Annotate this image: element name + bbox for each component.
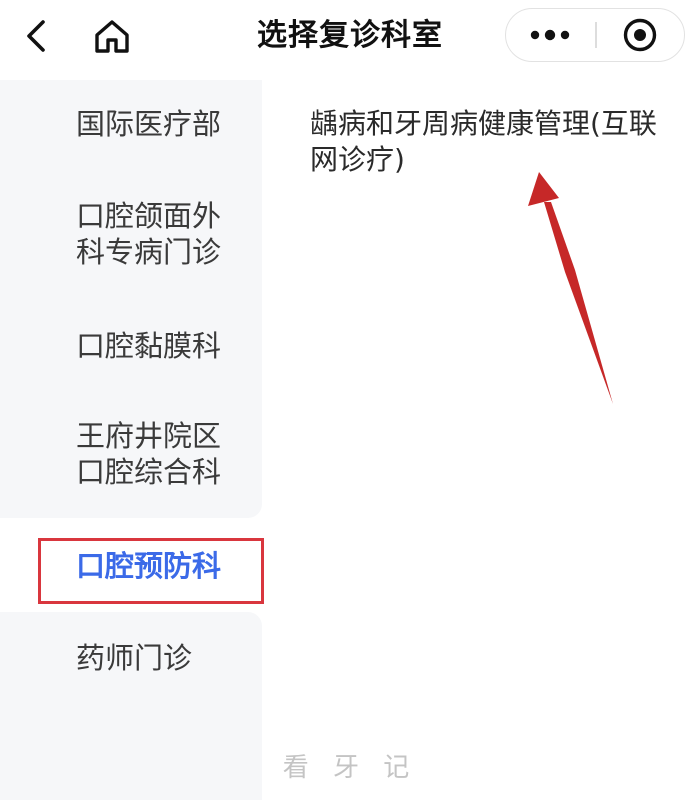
chevron-left-icon — [27, 20, 45, 52]
home-icon — [95, 20, 129, 53]
clinic-item[interactable]: 龋病和牙周病健康管理(互联网诊疗) — [310, 106, 670, 178]
active-item-highlight-box — [38, 538, 264, 604]
sidebar-item-label: 口腔颌面外科专病门诊 — [76, 199, 222, 269]
department-sidebar: 国际医疗部 口腔颌面外科专病门诊 口腔黏膜科 王府井院区口腔综合科 口腔预防科 … — [0, 80, 262, 800]
sidebar-item-label: 药师门诊 — [76, 641, 193, 675]
more-button[interactable] — [506, 9, 594, 61]
mini-program-capsule — [505, 8, 685, 62]
sidebar-item-label: 国际医疗部 — [76, 107, 222, 141]
sidebar-item-label: 口腔黏膜科 — [76, 329, 222, 363]
sidebar-item-oral-mucosa[interactable]: 口腔黏膜科 — [0, 328, 262, 364]
navigation-bar: 选择复诊科室 — [0, 0, 700, 72]
sidebar-item-international-medical[interactable]: 国际医疗部 — [0, 106, 262, 142]
target-circle-icon — [623, 18, 657, 52]
sidebar-item-pharmacist-clinic[interactable]: 药师门诊 — [0, 640, 262, 676]
sidebar-item-wangfujing-general[interactable]: 王府井院区口腔综合科 — [0, 418, 262, 490]
clinic-list: 龋病和牙周病健康管理(互联网诊疗) — [262, 80, 700, 800]
sidebar-item-oral-maxillofacial-surgery[interactable]: 口腔颌面外科专病门诊 — [0, 198, 262, 270]
back-button[interactable] — [16, 14, 56, 58]
close-mini-program-button[interactable] — [597, 9, 683, 61]
page-title: 选择复诊科室 — [257, 18, 443, 53]
ellipsis-icon — [530, 29, 570, 41]
sidebar-item-label: 王府井院区口腔综合科 — [76, 419, 222, 489]
watermark: 看 牙 记 — [282, 753, 418, 783]
home-button[interactable] — [88, 12, 136, 60]
